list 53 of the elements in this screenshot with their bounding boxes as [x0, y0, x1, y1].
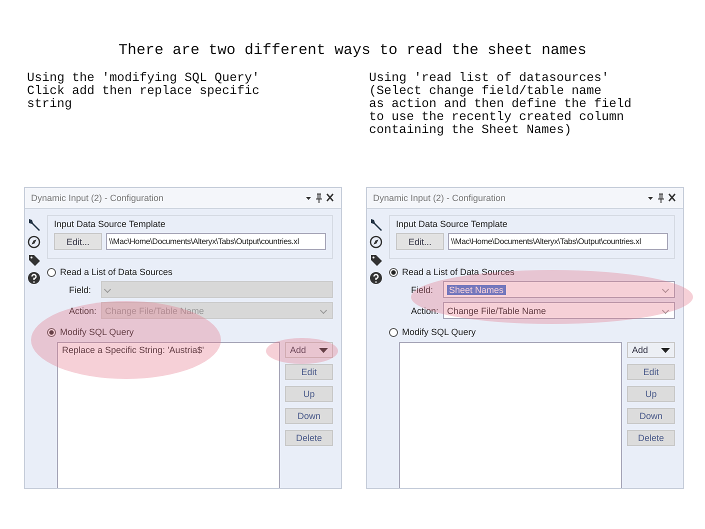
action-label: Action:: [69, 306, 98, 316]
field-label: Field:: [69, 284, 92, 294]
wrench-icon[interactable]: [27, 217, 41, 231]
list-button[interactable]: Up: [285, 386, 333, 402]
list-button[interactable]: Delete: [285, 430, 333, 446]
tag-icon[interactable]: [27, 253, 41, 267]
list-button[interactable]: Down: [627, 408, 675, 424]
caption: Using the 'modifying SQL Query' Click add then replace specific string: [26, 72, 261, 113]
compass-icon[interactable]: [27, 235, 41, 249]
field-dropdown[interactable]: Sheet Names: [443, 281, 675, 298]
help-icon[interactable]: [27, 271, 41, 285]
mode-radio[interactable]: Read a List of Data Sources: [389, 267, 675, 277]
edit-button[interactable]: Edit...: [396, 233, 444, 250]
radio-label: Modify SQL Query: [402, 327, 476, 337]
group-label: Input Data Source Template: [396, 219, 508, 229]
list-button[interactable]: Delete: [627, 430, 675, 446]
add-dropdown-button[interactable]: Add: [627, 342, 675, 358]
sql-list[interactable]: Replace a Specific String: 'Austria$': [57, 342, 280, 488]
window-controls-icon[interactable]: [647, 193, 677, 203]
radio-label: Read a List of Data Sources: [402, 267, 515, 277]
list-button[interactable]: Edit: [285, 364, 333, 380]
radio-label: Read a List of Data Sources: [60, 267, 173, 277]
window-controls-icon[interactable]: [305, 193, 335, 203]
edit-button[interactable]: Edit...: [54, 233, 102, 250]
help-icon[interactable]: [369, 271, 383, 285]
list-item[interactable]: Replace a Specific String: 'Austria$': [62, 345, 275, 355]
radio-icon[interactable]: [389, 328, 398, 336]
caption: Using 'read list of datasources' (Select change field/table name as action and then define the field to use the recently created column containing the Sheet Names): [368, 72, 633, 139]
tag-icon[interactable]: [369, 253, 383, 267]
add-dropdown-button[interactable]: Add: [285, 342, 333, 358]
path-field[interactable]: \\Mac\Home\Documents\Alteryx\Tabs\Output\countries.xl: [448, 233, 668, 250]
field-label: Field:: [411, 284, 434, 294]
list-button[interactable]: Up: [627, 386, 675, 402]
group-label: Input Data Source Template: [54, 219, 166, 229]
mode-radio[interactable]: Modify SQL Query: [47, 327, 333, 337]
caret-icon[interactable]: [661, 348, 670, 352]
list-button[interactable]: Edit: [627, 364, 675, 380]
highlight-ellipse: [266, 338, 338, 364]
mode-radio[interactable]: Modify SQL Query: [389, 327, 675, 337]
action-dropdown[interactable]: Change File/Table Name: [443, 302, 675, 319]
list-button[interactable]: Down: [285, 408, 333, 424]
radio-icon[interactable]: [47, 328, 56, 336]
panel-title: Dynamic Input (2) - Configuration: [373, 193, 506, 203]
wrench-icon[interactable]: [369, 217, 383, 231]
page-heading: There are two different ways to read the sheet names: [117, 41, 588, 61]
radio-label: Modify SQL Query: [60, 327, 134, 337]
compass-icon[interactable]: [369, 235, 383, 249]
mode-radio[interactable]: Read a List of Data Sources: [47, 267, 333, 277]
path-field[interactable]: \\Mac\Home\Documents\Alteryx\Tabs\Output\countries.xl: [106, 233, 326, 250]
action-label: Action:: [411, 306, 440, 316]
radio-icon[interactable]: [389, 268, 398, 276]
panel-title: Dynamic Input (2) - Configuration: [31, 193, 164, 203]
radio-icon[interactable]: [47, 268, 56, 276]
